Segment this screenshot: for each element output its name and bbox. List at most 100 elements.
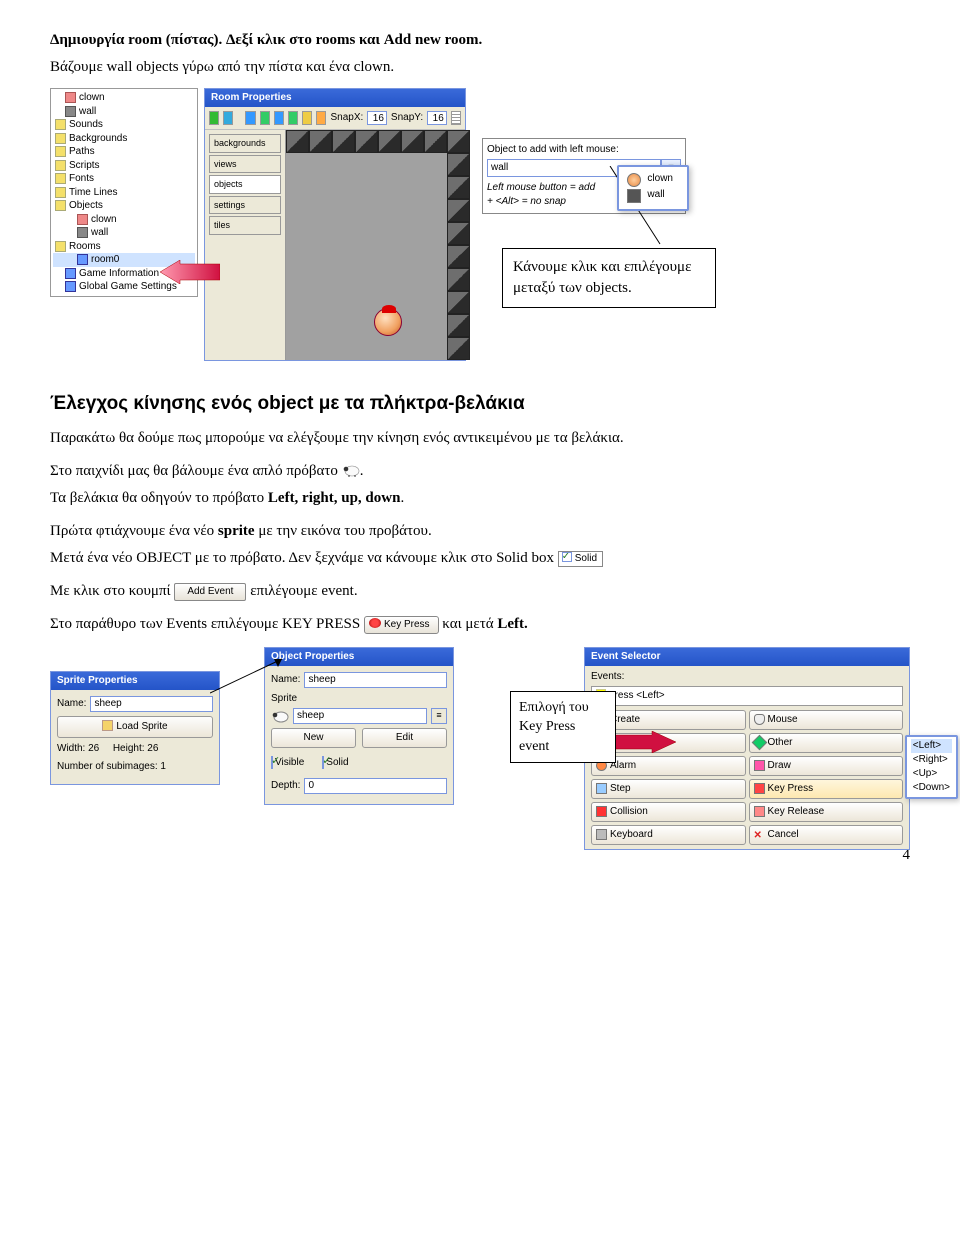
wall-tile[interactable]	[447, 130, 470, 153]
ok-button[interactable]	[209, 111, 219, 125]
section-p6: Με κλικ στο κουμπί Add Event επιλέγουμε …	[50, 581, 910, 602]
wall-tile[interactable]	[424, 130, 447, 153]
wall-tile[interactable]	[447, 199, 470, 222]
event-cancel-button[interactable]: ✕Cancel	[749, 825, 904, 845]
section-p7: Στο παράθυρο των Events επιλέγουμε KEY P…	[50, 614, 910, 635]
arrow-left2-icon[interactable]	[274, 111, 284, 125]
folder-icon	[55, 241, 66, 252]
tree-item[interactable]: Scripts	[53, 159, 195, 173]
folder-icon	[77, 214, 88, 225]
tree-item[interactable]: Fonts	[53, 172, 195, 186]
load-sprite-button[interactable]: Load Sprite	[57, 716, 213, 738]
arrow-left-icon[interactable]	[245, 111, 255, 125]
event-key-press-button[interactable]: Key Press	[749, 779, 904, 799]
keypress-button-inline[interactable]: Key Press	[364, 616, 439, 634]
tree-item[interactable]: wall	[53, 105, 195, 119]
arrow-right-icon[interactable]	[260, 111, 270, 125]
wall-tile[interactable]	[447, 291, 470, 314]
event-selector-title: Event Selector	[585, 648, 909, 666]
tree-item[interactable]: Backgrounds	[53, 132, 195, 146]
tree-label: wall	[79, 105, 96, 119]
add-event-button-inline[interactable]: Add Event	[174, 583, 246, 601]
tree-label: Sounds	[69, 118, 103, 132]
wall-tile[interactable]	[447, 314, 470, 337]
event-keyboard-button[interactable]: Keyboard	[591, 825, 746, 845]
tab-views[interactable]: views	[209, 155, 281, 174]
sprite-properties-window: Sprite Properties Name: sheep Load Sprit…	[50, 671, 220, 785]
arrow-right2-icon[interactable]	[288, 111, 298, 125]
snapy-input[interactable]: 16	[427, 111, 447, 125]
clown-object[interactable]	[374, 308, 402, 336]
object-sprite-picker-icon[interactable]: ≡	[431, 708, 447, 724]
wall-tile[interactable]	[332, 130, 355, 153]
tree-item[interactable]: wall	[53, 226, 195, 240]
event-key-release-button[interactable]: Key Release	[749, 802, 904, 822]
event-button-label: Other	[768, 736, 793, 750]
tab-backgrounds[interactable]: backgrounds	[209, 134, 281, 153]
object-sprite-field[interactable]: sheep	[293, 708, 427, 724]
events-list[interactable]: press <Left>	[591, 686, 903, 706]
tab-settings[interactable]: settings	[209, 196, 281, 215]
tree-item[interactable]: clown	[53, 91, 195, 105]
tree-item[interactable]: Time Lines	[53, 186, 195, 200]
new-sprite-button[interactable]: New	[271, 728, 356, 748]
grid-icon[interactable]	[451, 111, 461, 125]
room-properties-window: Room Properties SnapX: 16 SnapY: 16 back…	[204, 88, 466, 361]
wall-tile[interactable]	[447, 176, 470, 199]
menu-item-clown[interactable]: clown	[647, 171, 673, 187]
wall-tile[interactable]	[447, 222, 470, 245]
wall-tile[interactable]	[286, 130, 309, 153]
room-toolbar[interactable]: SnapX: 16 SnapY: 16	[205, 107, 465, 130]
wall-tile[interactable]	[378, 130, 401, 153]
snapx-label: SnapX:	[330, 111, 363, 125]
dir-up[interactable]: <Up>	[911, 767, 952, 781]
wall-tile[interactable]	[355, 130, 378, 153]
lock-icon[interactable]	[302, 111, 312, 125]
event-mouse-button[interactable]: Mouse	[749, 710, 904, 730]
lock2-icon[interactable]	[316, 111, 326, 125]
wall-tile[interactable]	[447, 245, 470, 268]
edit-sprite-button[interactable]: Edit	[362, 728, 447, 748]
folder-icon	[77, 227, 88, 238]
section-p5: Μετά ένα νέο OBJECT με το πρόβατο. Δεν ξ…	[50, 548, 910, 569]
object-menu[interactable]: clown wall	[617, 165, 689, 211]
dir-left[interactable]: <Left>	[911, 739, 952, 753]
sprite-subimages: Number of subimages: 1	[57, 760, 166, 774]
wall-tile[interactable]	[401, 130, 424, 153]
sprite-name-input[interactable]: sheep	[90, 696, 213, 712]
event-step-button[interactable]: Step	[591, 779, 746, 799]
event-draw-button[interactable]: Draw	[749, 756, 904, 776]
wall-tile[interactable]	[447, 268, 470, 291]
tree-item[interactable]: Rooms	[53, 240, 195, 254]
room-tabs: backgrounds views objects settings tiles	[205, 130, 285, 360]
solid-checkbox-inline[interactable]: Solid	[558, 551, 603, 567]
visible-checkbox[interactable]	[271, 756, 273, 769]
tree-item[interactable]: Sounds	[53, 118, 195, 132]
undo-button[interactable]	[223, 111, 233, 125]
tree-item[interactable]: clown	[53, 213, 195, 227]
folder-icon	[77, 254, 88, 265]
dir-right[interactable]: <Right>	[911, 753, 952, 767]
event-collision-button[interactable]: Collision	[591, 802, 746, 822]
stp-icon	[596, 783, 607, 794]
tree-item[interactable]: Objects	[53, 199, 195, 213]
intro-line-2: Βάζουμε wall objects γύρω από την πίστα …	[50, 57, 910, 78]
wall-tile[interactable]	[447, 337, 470, 360]
snapx-input[interactable]: 16	[367, 111, 387, 125]
room-canvas[interactable]	[285, 130, 461, 360]
tab-tiles[interactable]: tiles	[209, 216, 281, 235]
solid-checkbox[interactable]	[322, 756, 324, 769]
menu-item-wall[interactable]: wall	[647, 187, 673, 203]
event-other-button[interactable]: Other	[749, 733, 904, 753]
tree-label: Backgrounds	[69, 132, 127, 146]
wall-tile[interactable]	[447, 153, 470, 176]
depth-input[interactable]: 0	[304, 778, 447, 794]
wall-tile[interactable]	[309, 130, 332, 153]
direction-menu[interactable]: <Left> <Right> <Up> <Down>	[905, 735, 958, 799]
tab-objects[interactable]: objects	[209, 175, 281, 194]
dir-down[interactable]: <Down>	[911, 781, 952, 795]
object-name-input[interactable]: sheep	[304, 672, 447, 688]
tree-item[interactable]: Paths	[53, 145, 195, 159]
object-sprite-label: Sprite	[271, 692, 447, 706]
folder-icon	[55, 146, 66, 157]
